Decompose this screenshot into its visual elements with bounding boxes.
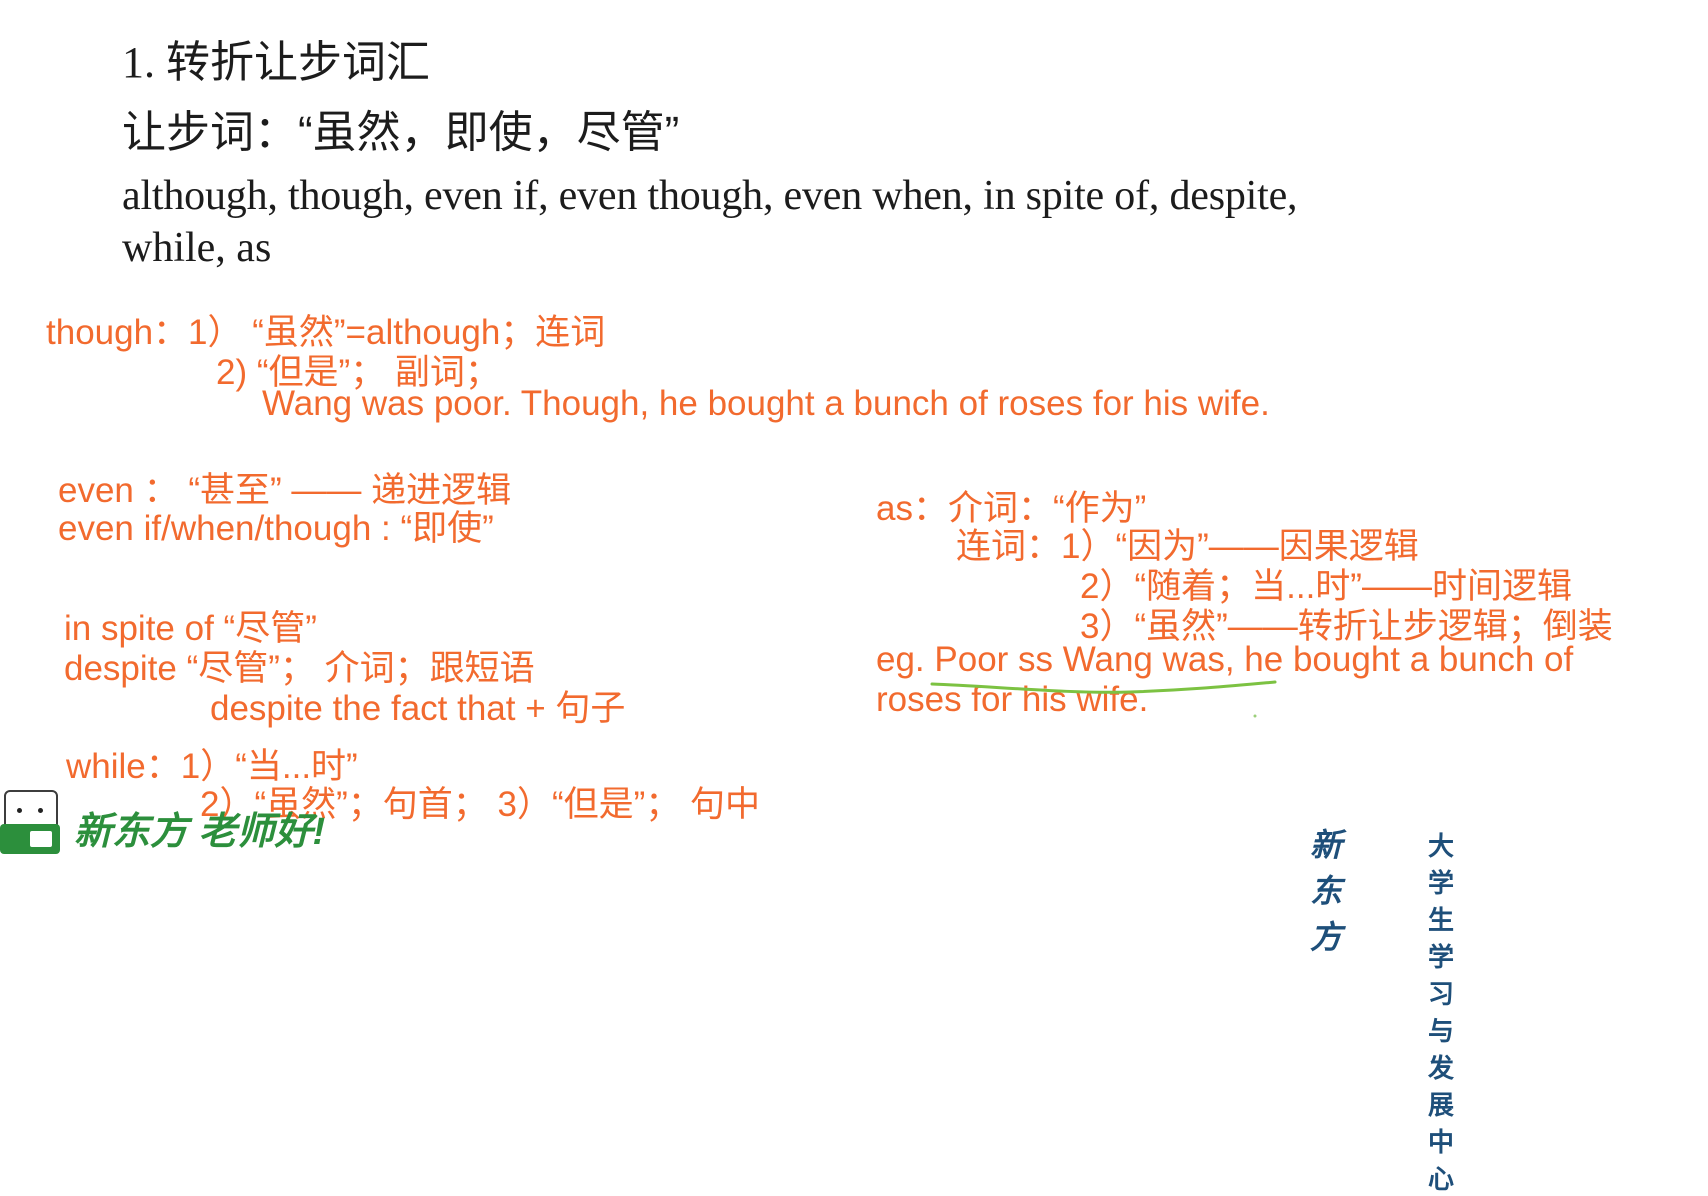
spite-note-line-3: despite the fact that + 句子 <box>210 689 626 728</box>
book-mascot-icon <box>0 790 62 854</box>
new-oriental-teacher-logo: 新东方 老师好! <box>0 782 340 854</box>
green-underline-annotation <box>930 680 1277 718</box>
word-list-line-2: while, as <box>122 225 272 271</box>
concession-words-heading: 让步词：“虽然，即使，尽管” <box>122 108 680 157</box>
though-example: Wang was poor. Though, he bought a bunch… <box>262 384 1270 423</box>
brand-subtitle: 大学生学习与发展中心 <box>1428 831 1455 1194</box>
word-list-line-1: although, though, even if, even though, … <box>122 173 1298 219</box>
brand-name: 新东方 <box>1310 827 1343 955</box>
logo-slogan: 新东方 老师好! <box>74 811 326 853</box>
page-title: 1. 转折让步词汇 <box>122 38 430 87</box>
even-note-line-2: even if/when/though : “即使” <box>58 509 494 548</box>
